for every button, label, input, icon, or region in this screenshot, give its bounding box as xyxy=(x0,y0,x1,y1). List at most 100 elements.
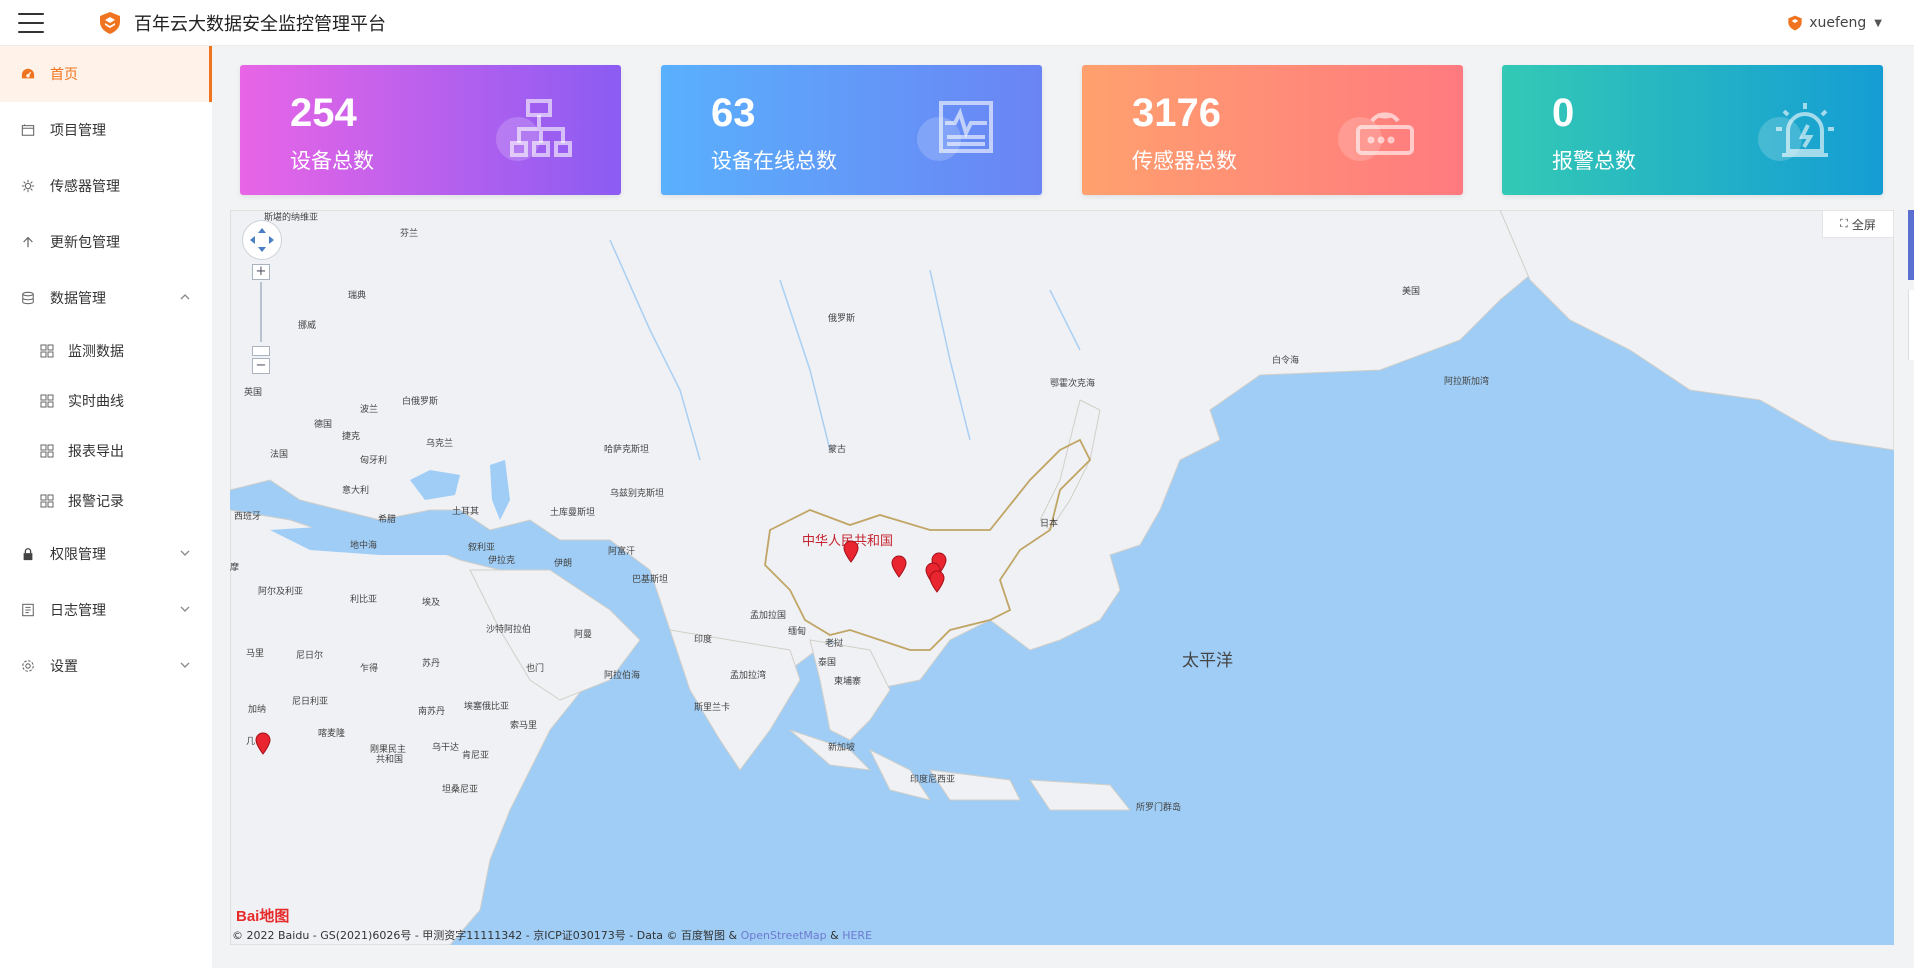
monitor-icon xyxy=(917,101,993,161)
sidebar-item-projects[interactable]: 项目管理 xyxy=(0,102,212,158)
map-label-france: 法国 xyxy=(270,450,289,460)
stat-card-sensor-total[interactable]: 3176 传感器总数 xyxy=(1082,65,1463,195)
caret-down-icon: ▼ xyxy=(1874,17,1882,29)
sidebar-subitem-label: 报警记录 xyxy=(68,494,124,510)
grid-icon xyxy=(40,494,54,508)
map-label-drc-2: 共和国 xyxy=(376,755,404,765)
map-label-niger: 尼日尔 xyxy=(296,651,324,661)
grid-icon xyxy=(40,444,54,458)
map-pan-control[interactable] xyxy=(242,220,282,260)
map-label-laos: 老挝 xyxy=(825,639,844,649)
sidebar-item-label: 更新包管理 xyxy=(50,235,120,251)
map-label-ghana-partial: 加纳 xyxy=(248,705,267,715)
sidebar-subitem-report-export[interactable]: 报表导出 xyxy=(0,426,212,476)
sidebar-subitem-label: 实时曲线 xyxy=(68,394,124,410)
device-marker[interactable] xyxy=(254,732,272,756)
here-link[interactable]: HERE xyxy=(842,929,872,942)
map-label-yemen: 也门 xyxy=(526,664,545,674)
map-label-cameroon: 喀麦隆 xyxy=(318,729,346,739)
sidebar-subitem-label: 报表导出 xyxy=(68,444,124,460)
map-label-saudi: 沙特阿拉伯 xyxy=(486,625,532,635)
sidebar-item-logs[interactable]: 日志管理 xyxy=(0,582,212,638)
map-label-nigeria: 尼日利亚 xyxy=(292,697,329,707)
map-label-italy: 意大利 xyxy=(342,486,370,496)
map-label-solomon: 所罗门群岛 xyxy=(1136,803,1182,813)
sidebar-item-label: 数据管理 xyxy=(50,291,106,307)
stat-card-device-online[interactable]: 63 设备在线总数 xyxy=(661,65,1042,195)
copyright-amp: & xyxy=(830,929,839,942)
map-label-uganda: 乌干达 xyxy=(432,743,460,753)
osm-link[interactable]: OpenStreetMap xyxy=(741,929,827,942)
user-menu[interactable]: xuefeng ▼ xyxy=(1787,0,1882,46)
sidebar-item-data[interactable]: 数据管理 xyxy=(0,270,212,326)
router-icon xyxy=(1338,112,1414,161)
grid-icon xyxy=(40,344,54,358)
map-label-srilanka: 斯里兰卡 xyxy=(694,703,731,713)
map-label-chad: 乍得 xyxy=(360,664,379,674)
sidebar-item-updates[interactable]: 更新包管理 xyxy=(0,214,212,270)
settings-icon xyxy=(20,658,36,674)
zoom-out-button[interactable]: − xyxy=(252,358,270,374)
chevron-up-icon xyxy=(180,294,190,300)
device-marker[interactable] xyxy=(842,540,860,564)
sidebar-subitem-alarm-records[interactable]: 报警记录 xyxy=(0,476,212,526)
log-icon xyxy=(20,602,36,618)
menu-toggle-icon[interactable] xyxy=(18,12,44,33)
lock-icon xyxy=(20,546,36,562)
baidu-map[interactable]: 芬兰 瑞典 挪威 英国 白俄罗斯 波兰 德国 捷克 乌克兰 法国 匈牙利 意大利… xyxy=(230,210,1894,945)
stat-label: 设备总数 xyxy=(290,149,374,173)
map-label-india: 印度 xyxy=(694,635,713,645)
stat-value: 254 xyxy=(290,91,357,135)
zoom-in-button[interactable]: + xyxy=(252,264,270,280)
sidebar-item-permissions[interactable]: 权限管理 xyxy=(0,526,212,582)
sidebar-subitem-realtime-curve[interactable]: 实时曲线 xyxy=(0,376,212,426)
map-label-indonesia: 印度尼西亚 xyxy=(910,775,956,785)
map-label-afghanistan: 阿富汗 xyxy=(608,547,636,557)
sidebar-subitem-monitor-data[interactable]: 监测数据 xyxy=(0,326,212,376)
sidebar-subitem-label: 监测数据 xyxy=(68,344,124,360)
svg-text:Bai地图: Bai地图 xyxy=(236,907,289,925)
zoom-track[interactable] xyxy=(260,282,262,342)
map-label-south-sudan: 南苏丹 xyxy=(418,707,446,717)
map-label-spain: 西班牙 xyxy=(234,512,262,522)
stat-card-device-total[interactable]: 254 设备总数 xyxy=(240,65,621,195)
device-marker[interactable] xyxy=(928,570,946,594)
map-label-mongolia: 蒙古 xyxy=(828,445,847,455)
database-icon xyxy=(20,290,36,306)
sidebar-item-sensors[interactable]: 传感器管理 xyxy=(0,158,212,214)
map-label-bangladesh: 孟加拉国 xyxy=(750,611,787,621)
right-edge-tab[interactable] xyxy=(1908,210,1914,280)
map-label-bay-of-bengal: 孟加拉湾 xyxy=(730,671,767,681)
right-edge-tab-2[interactable] xyxy=(1908,290,1914,360)
shield-logo-icon xyxy=(100,11,120,34)
grid-icon xyxy=(40,394,54,408)
map-label-morocco-partial: 摩 xyxy=(230,563,240,573)
map-label-mediterranean: 地中海 xyxy=(350,541,378,551)
sidebar-item-label: 日志管理 xyxy=(50,603,106,619)
sidebar-item-settings[interactable]: 设置 xyxy=(0,638,212,694)
zoom-slider-handle[interactable] xyxy=(252,346,270,356)
dashboard-icon xyxy=(20,66,36,82)
map-label-uk: 英国 xyxy=(244,388,263,398)
map-label-kazakhstan: 哈萨克斯坦 xyxy=(604,445,650,455)
sidebar-item-home[interactable]: 首页 xyxy=(0,46,212,102)
stat-label: 传感器总数 xyxy=(1132,149,1237,173)
map-label-belarus: 白俄罗斯 xyxy=(402,397,439,407)
device-marker[interactable] xyxy=(890,555,908,579)
sensor-icon xyxy=(20,178,36,194)
map-label-okhotsk: 鄂霍次克海 xyxy=(1050,379,1096,389)
map-label-germany: 德国 xyxy=(314,420,333,430)
username: xuefeng xyxy=(1809,15,1867,31)
map-label-egypt: 埃及 xyxy=(422,598,441,608)
fullscreen-label: 全屏 xyxy=(1851,217,1876,232)
fullscreen-button[interactable]: ⛶ 全屏 xyxy=(1822,210,1894,238)
sidebar-item-label: 首页 xyxy=(50,67,78,83)
map-label-thailand: 泰国 xyxy=(818,658,837,668)
map-label-myanmar: 缅甸 xyxy=(788,627,807,637)
map-label-norway: 挪威 xyxy=(298,321,317,331)
sidebar-item-label: 传感器管理 xyxy=(50,179,120,195)
stat-card-alarm-total[interactable]: 0 报警总数 xyxy=(1502,65,1883,195)
map-label-iran: 伊朗 xyxy=(554,559,573,569)
map-label-singapore: 新加坡 xyxy=(828,743,856,753)
app-title: 百年云大数据安全监控管理平台 xyxy=(134,13,386,35)
